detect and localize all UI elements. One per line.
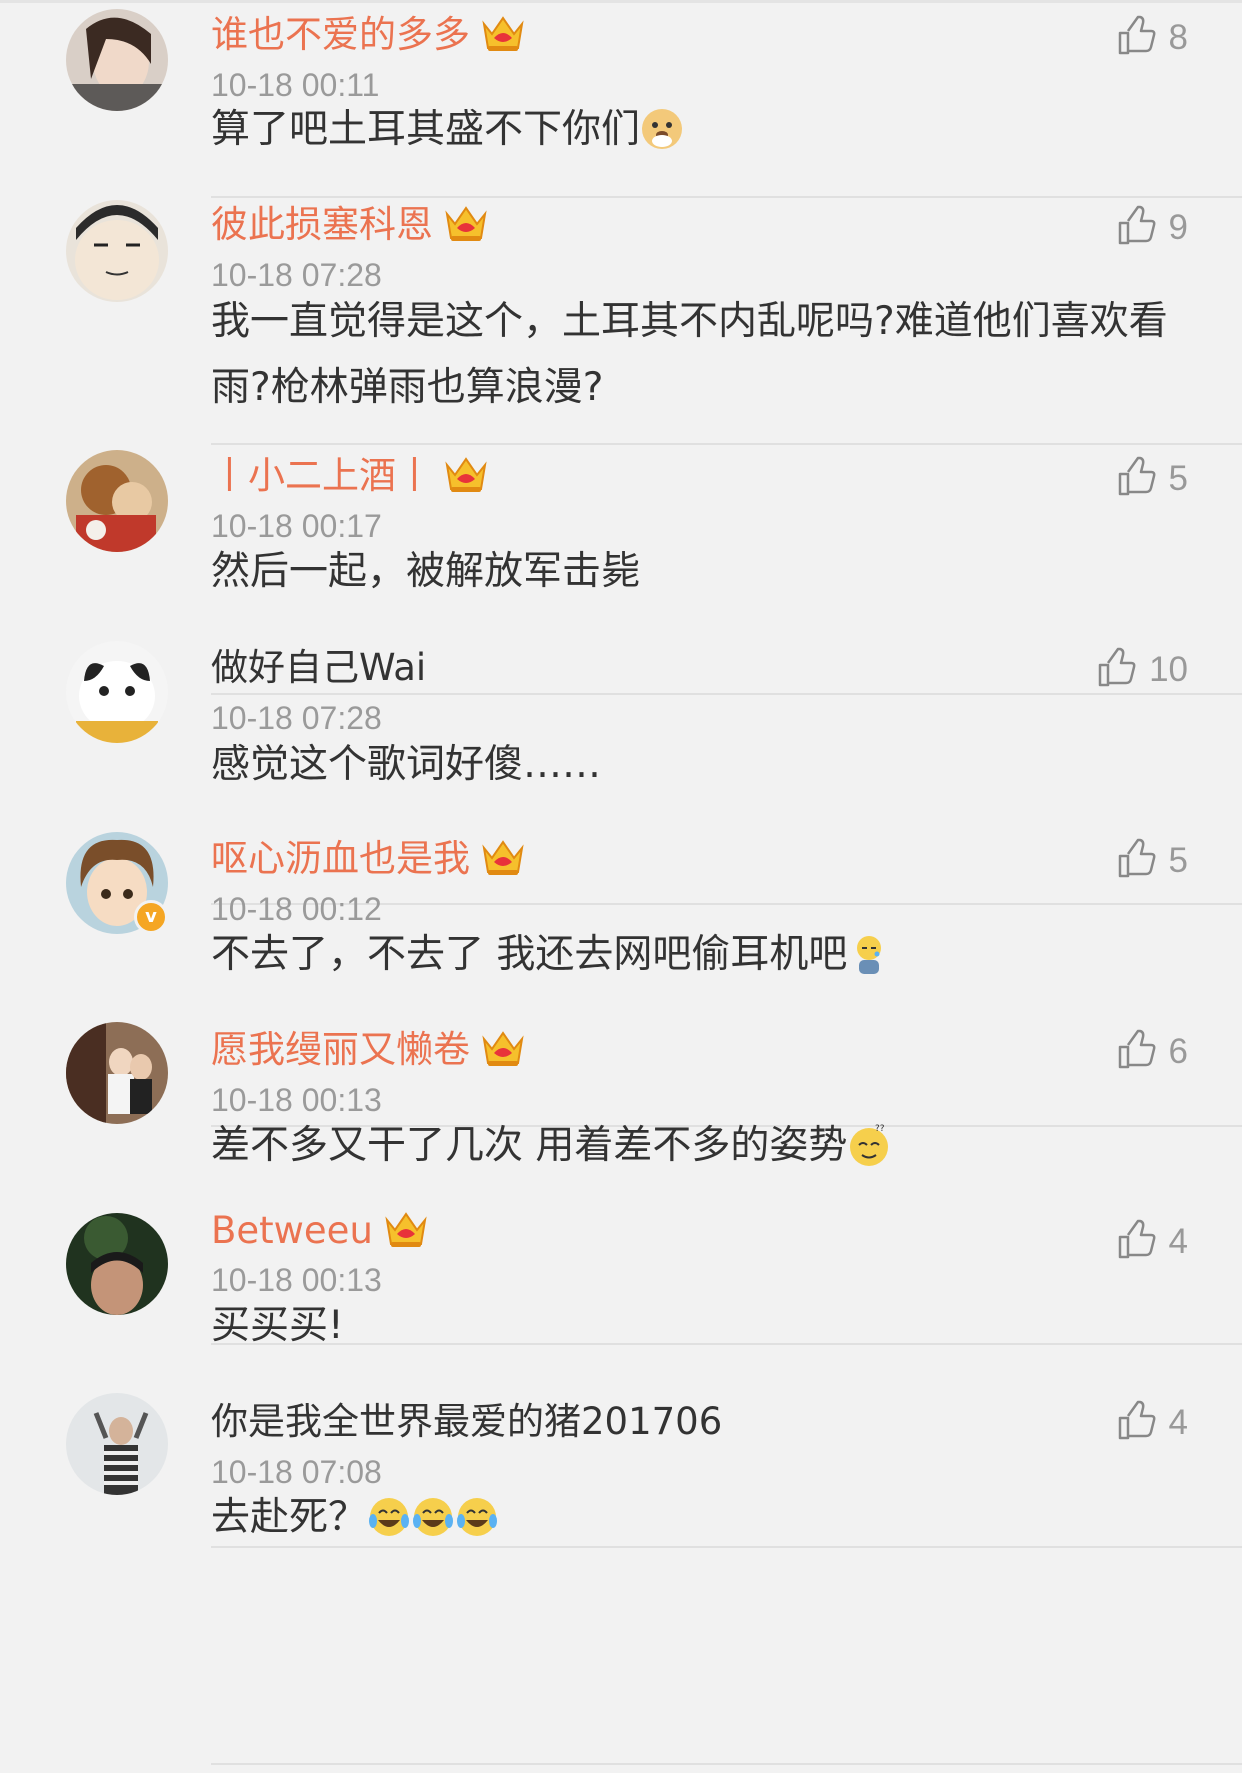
dizzy-emoji: ??	[847, 1122, 891, 1166]
like-count: 5	[1168, 841, 1188, 880]
like-button[interactable]: 6	[1115, 1029, 1188, 1075]
avatar[interactable]	[66, 1213, 168, 1315]
comment-body: 算了吧土耳其盛不下你们	[211, 107, 641, 152]
thumbs-up-icon[interactable]	[1115, 205, 1157, 251]
like-button[interactable]: 5	[1115, 838, 1188, 884]
comment-body: 然后一起，被解放军击毙	[211, 549, 641, 594]
comment-text: 感觉这个歌词好傻……	[211, 732, 1171, 798]
username[interactable]: 谁也不爱的多多	[211, 13, 526, 58]
avatar[interactable]	[66, 450, 168, 552]
like-button[interactable]: 4	[1115, 1219, 1188, 1265]
comment-text: 不去了，不去了 我还去网吧偷耳机吧	[211, 922, 1171, 988]
doge-emoji	[640, 106, 684, 150]
comment-text: 我一直觉得是这个，土耳其不内乱呢吗?难道他们喜欢看雨?枪林弹雨也算浪漫?	[211, 289, 1171, 421]
comment-body: 我一直觉得是这个，土耳其不内乱呢吗?难道他们喜欢看雨?枪林弹雨也算浪漫?	[211, 299, 1168, 410]
avatar[interactable]	[66, 1393, 168, 1495]
like-button[interactable]: 8	[1115, 15, 1188, 61]
thumbs-up-icon[interactable]	[1095, 647, 1137, 693]
laugh-cry-emoji	[455, 1494, 499, 1538]
username-text[interactable]: Betweeu	[211, 1209, 373, 1252]
avatar[interactable]	[66, 641, 168, 743]
divider	[211, 443, 1242, 445]
vip-crown-icon	[480, 12, 526, 54]
like-count: 8	[1168, 18, 1188, 57]
username-text[interactable]: 谁也不爱的多多	[211, 13, 470, 56]
like-count: 6	[1168, 1032, 1188, 1071]
username-text[interactable]: 做好自己Wai	[211, 646, 426, 689]
username[interactable]: 彼此损塞科恩	[211, 203, 489, 248]
laugh-cry-emoji	[411, 1494, 455, 1538]
comment-text: 去赴死？	[211, 1485, 1171, 1551]
comment-body: 差不多又干了几次 用着差不多的姿势	[211, 1123, 848, 1168]
verified-badge-icon: v	[134, 900, 168, 934]
comment-body: 不去了，不去了 我还去网吧偷耳机吧	[211, 932, 848, 977]
like-count: 9	[1168, 208, 1188, 247]
username[interactable]: 你是我全世界最爱的猪201706	[211, 1400, 722, 1444]
comment-body: 去赴死？	[211, 1495, 368, 1540]
vip-crown-icon	[443, 453, 489, 495]
username[interactable]: 丨小二上酒丨	[211, 454, 489, 499]
username-text[interactable]: 你是我全世界最爱的猪201706	[211, 1400, 722, 1443]
username-text[interactable]: 彼此损塞科恩	[211, 203, 433, 246]
divider	[211, 693, 1242, 695]
laugh-cry-emoji	[367, 1494, 411, 1538]
thumbs-up-icon[interactable]	[1115, 1029, 1157, 1075]
comment-text: 买买买!	[211, 1293, 1171, 1359]
like-button[interactable]: 10	[1095, 647, 1188, 693]
like-count: 4	[1168, 1403, 1188, 1442]
username-text[interactable]: 愿我缦丽又懒卷	[211, 1028, 470, 1071]
vip-crown-icon	[443, 202, 489, 244]
like-button[interactable]: 5	[1115, 456, 1188, 502]
avatar[interactable]	[66, 9, 168, 111]
sad-emoji	[847, 931, 891, 975]
divider	[211, 196, 1242, 198]
svg-text:??: ??	[875, 1124, 885, 1134]
vip-crown-icon	[383, 1208, 429, 1250]
thumbs-up-icon[interactable]	[1115, 15, 1157, 61]
comment-text: 算了吧土耳其盛不下你们	[211, 97, 1171, 163]
top-border	[0, 0, 1242, 3]
like-count: 10	[1149, 650, 1188, 689]
like-button[interactable]: 9	[1115, 205, 1188, 251]
thumbs-up-icon[interactable]	[1115, 1219, 1157, 1265]
avatar[interactable]	[66, 200, 168, 302]
vip-crown-icon	[480, 1027, 526, 1069]
thumbs-up-icon[interactable]	[1115, 1400, 1157, 1446]
thumbs-up-icon[interactable]	[1115, 838, 1157, 884]
vip-crown-icon	[480, 836, 526, 878]
comment-body: 买买买!	[211, 1303, 344, 1348]
thumbs-up-icon[interactable]	[1115, 456, 1157, 502]
username[interactable]: 做好自己Wai	[211, 646, 426, 690]
username[interactable]: 呕心沥血也是我	[211, 837, 526, 882]
divider	[211, 1763, 1242, 1765]
avatar[interactable]	[66, 1022, 168, 1124]
like-count: 4	[1168, 1222, 1188, 1261]
comment-body: 感觉这个歌词好傻……	[211, 742, 602, 787]
comment-text: 差不多又干了几次 用着差不多的姿势??	[211, 1113, 1171, 1179]
username-text[interactable]: 呕心沥血也是我	[211, 837, 470, 880]
like-count: 5	[1168, 459, 1188, 498]
username[interactable]: 愿我缦丽又懒卷	[211, 1028, 526, 1073]
username-text[interactable]: 丨小二上酒丨	[211, 454, 433, 497]
username[interactable]: Betweeu	[211, 1209, 429, 1254]
like-button[interactable]: 4	[1115, 1400, 1188, 1446]
comment-text: 然后一起，被解放军击毙	[211, 539, 1171, 605]
